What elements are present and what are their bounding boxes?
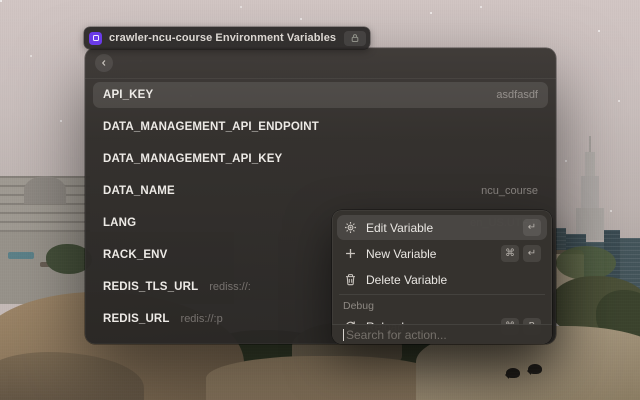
screen: crawler-ncu-course Environment Variables… <box>0 0 640 400</box>
action-search[interactable]: Search for action... <box>332 324 552 344</box>
list-item-data-name[interactable]: DATA_NAME ncu_course <box>93 178 548 204</box>
keycap-return: ↵ <box>523 219 541 236</box>
var-name: DATA_MANAGEMENT_API_KEY <box>103 153 283 165</box>
menu-item-label: New Variable <box>366 246 437 261</box>
action-search-placeholder: Search for action... <box>346 327 447 342</box>
menu-section-debug: Debug <box>343 300 374 312</box>
extension-icon <box>89 31 102 45</box>
action-menu: Edit Variable ↵ New Variable ⌘ ↵ Delete … <box>332 210 552 344</box>
var-subtitle: redis://:p <box>180 313 223 325</box>
shortcut-keys: ↵ <box>523 219 541 236</box>
list-item-data-management-api-endpoint[interactable]: DATA_MANAGEMENT_API_ENDPOINT <box>93 114 548 140</box>
rock-center <box>206 356 446 400</box>
list-item-data-management-api-key[interactable]: DATA_MANAGEMENT_API_KEY <box>93 146 548 172</box>
keycap-return: ↵ <box>523 245 541 262</box>
menu-item-new-variable[interactable]: New Variable ⌘ ↵ <box>337 241 547 266</box>
film-specks <box>0 0 2 2</box>
var-name: DATA_MANAGEMENT_API_ENDPOINT <box>103 121 319 133</box>
menu-item-edit-variable[interactable]: Edit Variable ↵ <box>337 215 547 240</box>
var-name: LANG <box>103 217 137 229</box>
var-name: DATA_NAME <box>103 185 175 197</box>
ruins-dome <box>24 176 66 204</box>
window-title: crawler-ncu-course Environment Variables <box>109 32 337 44</box>
menu-item-label: Edit Variable <box>366 220 434 235</box>
bird <box>505 368 520 379</box>
var-value: ncu_course <box>481 185 538 197</box>
lock-button[interactable] <box>344 30 367 46</box>
keycap-cmd: ⌘ <box>501 245 519 262</box>
bird <box>527 364 542 375</box>
shortcut-keys: ⌘ ↵ <box>501 245 541 262</box>
text-caret <box>343 328 344 341</box>
var-name: REDIS_TLS_URL <box>103 281 199 293</box>
chevron-left-icon <box>101 60 106 66</box>
menu-item-label: Delete Variable <box>366 272 448 287</box>
plus-icon <box>343 246 358 261</box>
gear-icon <box>343 220 358 235</box>
graffiti-mark <box>8 252 34 259</box>
empire-state-building <box>572 136 608 240</box>
window-header <box>85 48 556 79</box>
vines <box>556 246 616 280</box>
var-name: REDIS_URL <box>103 313 170 325</box>
back-button[interactable] <box>95 54 113 72</box>
var-subtitle: rediss://: <box>209 281 251 293</box>
var-value: asdfasdf <box>496 89 538 101</box>
list-item-api-key[interactable]: API_KEY asdfasdf <box>93 82 548 108</box>
window-title-pill: crawler-ncu-course Environment Variables <box>84 27 371 49</box>
menu-divider <box>339 294 545 295</box>
lock-icon <box>351 34 359 42</box>
var-name: API_KEY <box>103 89 154 101</box>
trash-icon <box>343 272 358 287</box>
var-name: RACK_ENV <box>103 249 168 261</box>
menu-item-delete-variable[interactable]: Delete Variable <box>337 267 547 292</box>
